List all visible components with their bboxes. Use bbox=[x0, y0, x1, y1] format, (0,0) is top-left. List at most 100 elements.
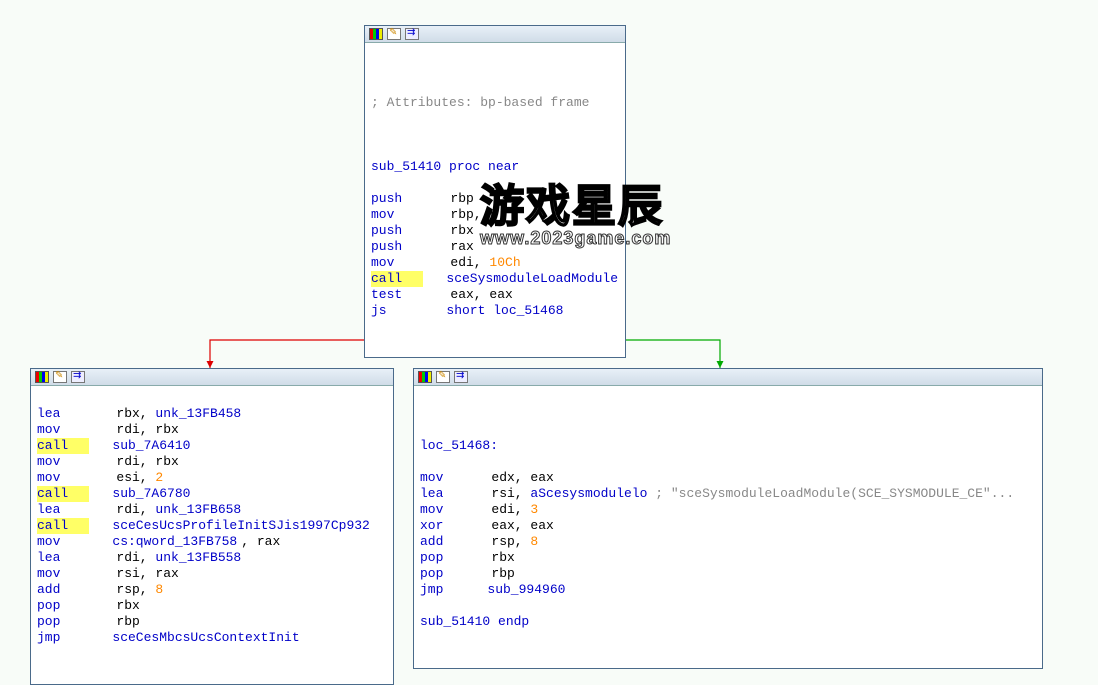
operand: 8 bbox=[155, 582, 163, 598]
operand: 10Ch bbox=[489, 255, 520, 271]
mnemonic: mov bbox=[37, 422, 89, 438]
asm-line[interactable]: test eax, eax bbox=[371, 287, 619, 303]
asm-line[interactable]: push rax bbox=[371, 239, 619, 255]
edit-icon[interactable] bbox=[53, 371, 67, 383]
colors-icon[interactable] bbox=[35, 371, 49, 383]
proc-label: sub_51410 proc near bbox=[371, 159, 519, 175]
mnemonic: mov bbox=[37, 454, 89, 470]
asm-line[interactable]: lea rbx, unk_13FB458 bbox=[37, 406, 387, 422]
asm-line[interactable]: call sub_7A6410 bbox=[37, 438, 387, 454]
operand: sceSysmoduleLoadModule bbox=[446, 271, 618, 287]
operand: cs:qword_13FB758 bbox=[112, 534, 237, 550]
mnemonic: lea bbox=[37, 502, 89, 518]
asm-line[interactable]: mov rsi, rax bbox=[37, 566, 387, 582]
mnemonic: mov bbox=[37, 470, 89, 486]
asm-line[interactable]: pop rbx bbox=[37, 598, 387, 614]
asm-line[interactable]: add rsp, 8 bbox=[37, 582, 387, 598]
node-body: ; Attributes: bp-based frame sub_51410 p… bbox=[365, 43, 625, 357]
operand: rbx bbox=[491, 550, 514, 566]
node-titlebar[interactable] bbox=[31, 369, 393, 386]
mnemonic: push bbox=[371, 223, 423, 239]
operand: sub_7A6780 bbox=[112, 486, 190, 502]
asm-line[interactable]: mov edi, 10Ch bbox=[371, 255, 619, 271]
node-titlebar[interactable] bbox=[414, 369, 1042, 386]
asm-line[interactable]: lea rsi, aScesysmodulelo ; "sceSysmodule… bbox=[420, 486, 1036, 502]
asm-line[interactable]: lea rdi, unk_13FB658 bbox=[37, 502, 387, 518]
asm-line[interactable]: mov rbp, r bbox=[371, 207, 619, 223]
mnemonic: pop bbox=[420, 566, 464, 582]
mnemonic: lea bbox=[420, 486, 464, 502]
asm-line[interactable]: add rsp, 8 bbox=[420, 534, 1036, 550]
operand: esi, bbox=[116, 470, 155, 486]
mnemonic: mov bbox=[371, 255, 423, 271]
mnemonic: mov bbox=[420, 470, 464, 486]
mnemonic: jmp bbox=[420, 582, 464, 598]
asm-line[interactable]: mov esi, 2 bbox=[37, 470, 387, 486]
colors-icon[interactable] bbox=[418, 371, 432, 383]
mnemonic: mov bbox=[37, 566, 89, 582]
operand: loc_51468 bbox=[493, 303, 563, 319]
operand: eax, eax bbox=[450, 287, 512, 303]
loc-label: loc_51468: bbox=[420, 438, 498, 454]
node-titlebar[interactable] bbox=[365, 26, 625, 43]
asm-line[interactable]: lea rdi, unk_13FB558 bbox=[37, 550, 387, 566]
operand: 3 bbox=[530, 502, 538, 518]
mnemonic: mov bbox=[37, 534, 89, 550]
operand: edi, bbox=[450, 255, 489, 271]
operand: rbp, r bbox=[450, 207, 497, 223]
node-body: lea rbx, unk_13FB458mov rdi, rbxcall sub… bbox=[31, 386, 393, 684]
operand: rdi, rbx bbox=[116, 422, 178, 438]
asm-line[interactable]: call sceCesUcsProfileInitSJis1997Cp932 bbox=[37, 518, 387, 534]
operand: rbp bbox=[116, 614, 139, 630]
operand: 2 bbox=[155, 470, 163, 486]
colors-icon[interactable] bbox=[369, 28, 383, 40]
graph-node-entry[interactable]: ; Attributes: bp-based frame sub_51410 p… bbox=[364, 25, 626, 358]
flow-icon[interactable] bbox=[454, 371, 468, 383]
operand: short bbox=[446, 303, 493, 319]
asm-line[interactable]: mov cs:qword_13FB758, rax bbox=[37, 534, 387, 550]
mnemonic: call bbox=[371, 271, 423, 287]
mnemonic: push bbox=[371, 239, 423, 255]
graph-node-false-branch[interactable]: lea rbx, unk_13FB458mov rdi, rbxcall sub… bbox=[30, 368, 394, 685]
operand: rdi, bbox=[116, 550, 155, 566]
asm-line[interactable]: mov edx, eax bbox=[420, 470, 1036, 486]
mnemonic: call bbox=[37, 486, 89, 502]
operand: sub_7A6410 bbox=[112, 438, 190, 454]
asm-line[interactable]: js short loc_51468 bbox=[371, 303, 619, 319]
operand: unk_13FB558 bbox=[155, 550, 241, 566]
mnemonic: push bbox=[371, 191, 423, 207]
operand: rax bbox=[450, 239, 473, 255]
asm-line[interactable]: push rbx bbox=[371, 223, 619, 239]
asm-line[interactable]: jmp sub_994960 bbox=[420, 582, 1036, 598]
asm-line[interactable]: call sub_7A6780 bbox=[37, 486, 387, 502]
node-body: loc_51468: mov edx, eaxlea rsi, aScesysm… bbox=[414, 386, 1042, 668]
operand: sceCesMbcsUcsContextInit bbox=[112, 630, 299, 646]
graph-node-true-branch[interactable]: loc_51468: mov edx, eaxlea rsi, aScesysm… bbox=[413, 368, 1043, 669]
mnemonic: pop bbox=[37, 614, 89, 630]
attr-comment: ; Attributes: bp-based frame bbox=[371, 95, 589, 111]
asm-line[interactable]: pop rbp bbox=[420, 566, 1036, 582]
edit-icon[interactable] bbox=[387, 28, 401, 40]
asm-line[interactable]: pop rbp bbox=[37, 614, 387, 630]
mnemonic: xor bbox=[420, 518, 464, 534]
asm-line[interactable]: mov rdi, rbx bbox=[37, 454, 387, 470]
operand: ; bbox=[647, 486, 670, 502]
operand: rbp bbox=[491, 566, 514, 582]
asm-line[interactable]: mov rdi, rbx bbox=[37, 422, 387, 438]
mnemonic: call bbox=[37, 518, 89, 534]
mnemonic: pop bbox=[37, 598, 89, 614]
flow-icon[interactable] bbox=[405, 28, 419, 40]
asm-line[interactable]: pop rbx bbox=[420, 550, 1036, 566]
asm-line[interactable]: call sceSysmoduleLoadModule bbox=[371, 271, 619, 287]
asm-line[interactable]: jmp sceCesMbcsUcsContextInit bbox=[37, 630, 387, 646]
asm-line[interactable]: xor eax, eax bbox=[420, 518, 1036, 534]
mnemonic: jmp bbox=[37, 630, 89, 646]
asm-line[interactable]: mov edi, 3 bbox=[420, 502, 1036, 518]
mnemonic: test bbox=[371, 287, 423, 303]
operand: , rax bbox=[241, 534, 280, 550]
mnemonic: pop bbox=[420, 550, 464, 566]
asm-line[interactable]: push rbp bbox=[371, 191, 619, 207]
proc-endp: sub_51410 endp bbox=[420, 614, 529, 630]
flow-icon[interactable] bbox=[71, 371, 85, 383]
edit-icon[interactable] bbox=[436, 371, 450, 383]
